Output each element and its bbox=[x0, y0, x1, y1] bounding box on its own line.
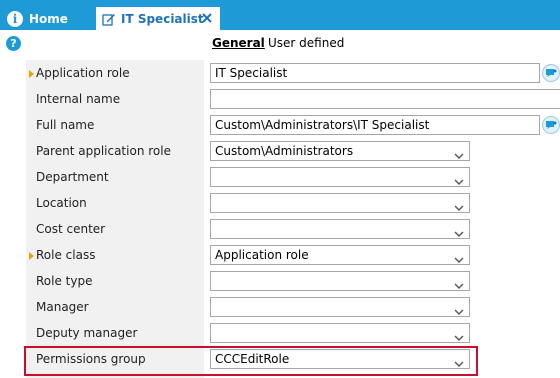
role-class-select[interactable]: Application role bbox=[210, 245, 470, 265]
chat-bubble-icon[interactable] bbox=[542, 64, 560, 82]
role-class-value: Application role bbox=[215, 248, 309, 262]
chevron-down-icon[interactable] bbox=[454, 251, 464, 263]
role-type-select[interactable] bbox=[210, 271, 470, 291]
manager-label: Manager bbox=[36, 300, 89, 314]
tab-bar: i Home IT Specialist bbox=[0, 0, 560, 30]
subtab-general[interactable]: General bbox=[212, 36, 265, 50]
chevron-down-icon[interactable] bbox=[454, 303, 464, 315]
field-row-department: Department bbox=[0, 166, 560, 188]
required-marker-icon bbox=[29, 252, 34, 260]
role-type-label: Role type bbox=[36, 274, 93, 288]
deputy-manager-label: Deputy manager bbox=[36, 326, 138, 340]
location-select[interactable] bbox=[210, 193, 470, 213]
chevron-down-icon[interactable] bbox=[454, 225, 464, 237]
full-name-input[interactable]: Custom\Administrators\IT Specialist bbox=[210, 115, 540, 135]
chevron-down-icon[interactable] bbox=[454, 147, 464, 159]
field-row-full-name: Full name Custom\Administrators\IT Specia… bbox=[0, 114, 560, 136]
field-row-internal-name: Internal name bbox=[0, 88, 560, 110]
location-label: Location bbox=[36, 196, 87, 210]
field-row-application-role: Application role IT Specialist bbox=[0, 62, 560, 84]
edit-icon bbox=[102, 12, 116, 26]
application-role-label: Application role bbox=[36, 66, 130, 80]
department-label: Department bbox=[36, 170, 109, 184]
info-icon: i bbox=[7, 10, 23, 27]
tab-home-label: Home bbox=[29, 11, 68, 26]
parent-application-role-select[interactable]: Custom\Administrators bbox=[210, 141, 470, 161]
subtab-user-defined[interactable]: User defined bbox=[268, 36, 344, 50]
cost-center-label: Cost center bbox=[36, 222, 106, 236]
tab-it-specialist-label: IT Specialist bbox=[121, 11, 204, 26]
chevron-down-icon[interactable] bbox=[454, 277, 464, 289]
close-icon[interactable] bbox=[200, 11, 214, 25]
field-row-role-type: Role type bbox=[0, 270, 560, 292]
application-role-value: IT Specialist bbox=[215, 66, 288, 80]
required-marker-icon bbox=[29, 70, 34, 78]
application-role-input[interactable]: IT Specialist bbox=[210, 63, 540, 83]
help-icon[interactable]: ? bbox=[6, 36, 21, 51]
full-name-value: Custom\Administrators\IT Specialist bbox=[215, 118, 430, 132]
field-row-parent-application-role: Parent application role Custom\Administra… bbox=[0, 140, 560, 162]
parent-application-role-value: Custom\Administrators bbox=[215, 144, 354, 158]
tab-home[interactable]: i Home bbox=[7, 7, 87, 30]
field-row-cost-center: Cost center bbox=[0, 218, 560, 240]
field-row-deputy-manager: Deputy manager bbox=[0, 322, 560, 344]
role-class-label: Role class bbox=[36, 248, 96, 262]
department-select[interactable] bbox=[210, 167, 470, 187]
field-row-location: Location bbox=[0, 192, 560, 214]
manager-select[interactable] bbox=[210, 297, 470, 317]
chat-bubble-icon[interactable] bbox=[542, 116, 560, 134]
full-name-label: Full name bbox=[36, 118, 95, 132]
highlight-box bbox=[24, 346, 478, 376]
field-row-role-class: Role class Application role bbox=[0, 244, 560, 266]
deputy-manager-select[interactable] bbox=[210, 323, 470, 343]
cost-center-select[interactable] bbox=[210, 219, 470, 239]
parent-application-role-label: Parent application role bbox=[36, 144, 171, 158]
internal-name-input[interactable] bbox=[210, 89, 560, 109]
field-row-manager: Manager bbox=[0, 296, 560, 318]
internal-name-label: Internal name bbox=[36, 92, 121, 106]
chevron-down-icon[interactable] bbox=[454, 173, 464, 185]
tab-it-specialist[interactable]: IT Specialist bbox=[96, 7, 220, 30]
chevron-down-icon[interactable] bbox=[454, 329, 464, 341]
chevron-down-icon[interactable] bbox=[454, 199, 464, 211]
